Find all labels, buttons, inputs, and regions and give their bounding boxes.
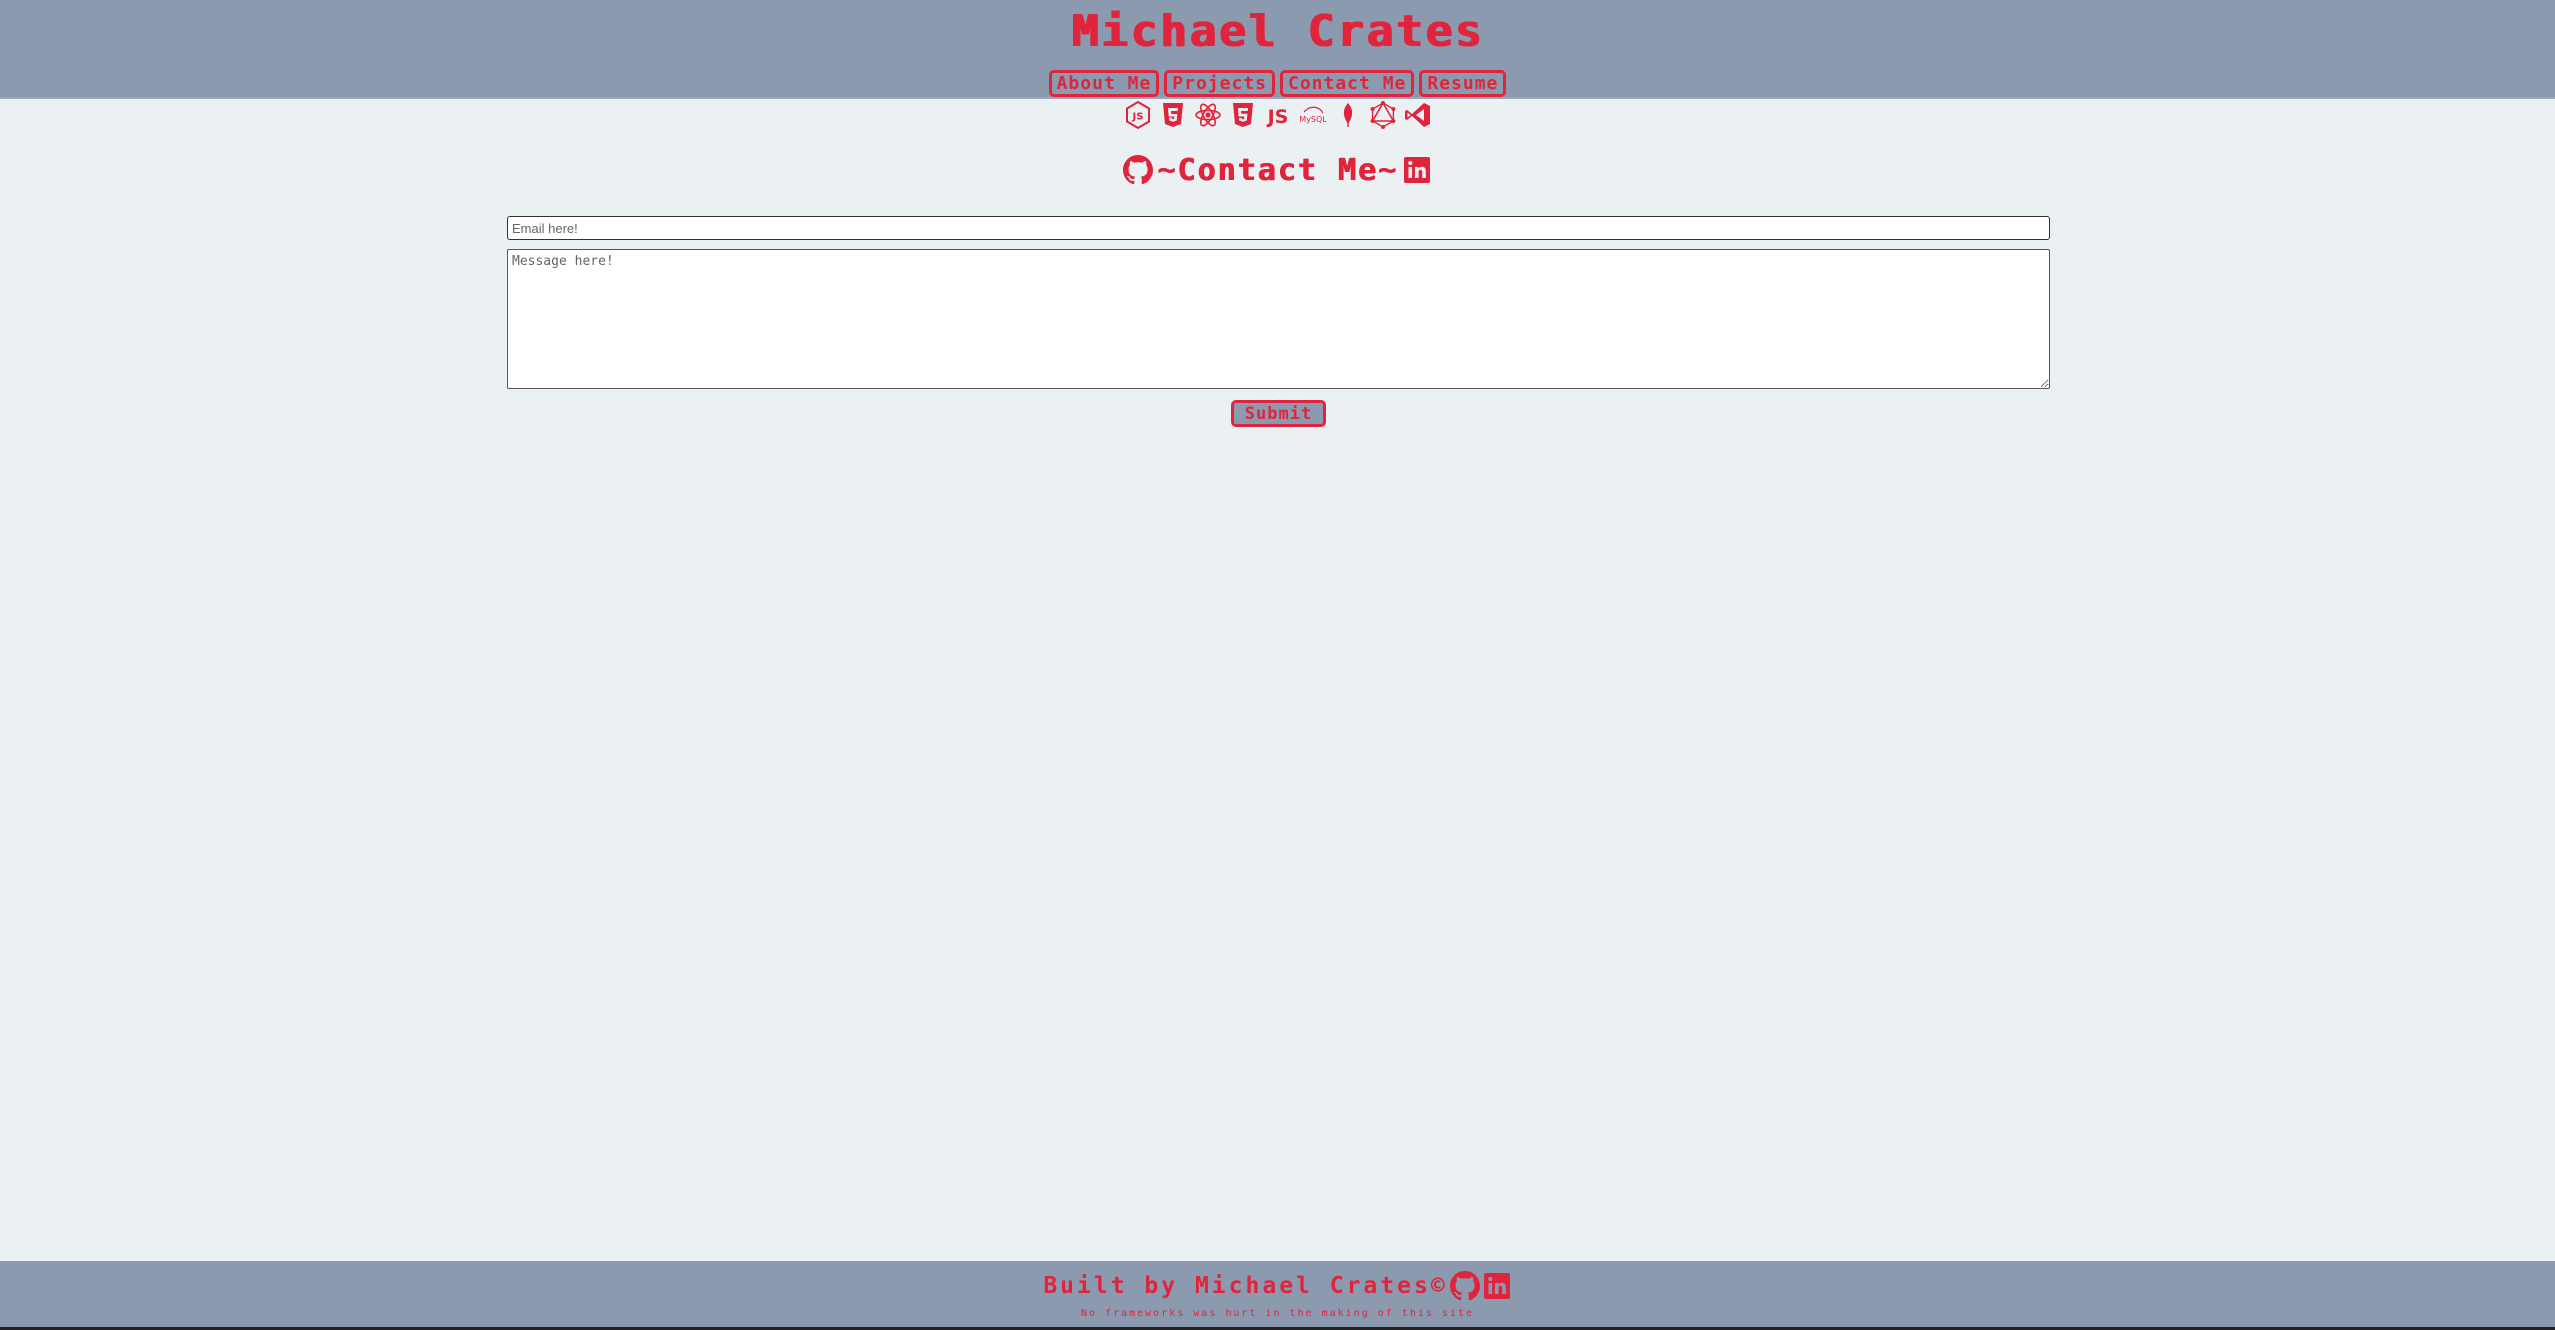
footer-subtext: No frameworks was hurt in the making of … [1080, 1308, 1474, 1319]
nav-projects-button[interactable]: Projects [1164, 70, 1275, 97]
linkedin-icon[interactable] [1402, 155, 1432, 185]
nav-resume-button[interactable]: Resume [1419, 70, 1507, 97]
css3-icon [1228, 100, 1258, 130]
tech-stack-icons: JS JS MySQL [0, 99, 2555, 131]
github-icon[interactable] [1123, 155, 1154, 185]
javascript-icon: JS [1263, 100, 1293, 130]
svg-text:JS: JS [1131, 112, 1143, 123]
site-title: Michael Crates [1071, 6, 1484, 57]
footer-github-icon[interactable] [1449, 1271, 1480, 1301]
nodejs-icon: JS [1123, 100, 1153, 130]
message-field[interactable] [507, 249, 2050, 389]
vscode-icon [1403, 100, 1433, 130]
nav-about-me-button[interactable]: About Me [1048, 70, 1160, 97]
mongodb-icon [1333, 100, 1363, 130]
footer-credit: Built by Michael Crates© [1043, 1273, 1448, 1299]
mysql-icon: MySQL [1298, 100, 1328, 130]
footer-line: Built by Michael Crates© [0, 1271, 2555, 1301]
submit-button[interactable]: Submit [1231, 400, 1326, 427]
main-nav: About Me Projects Contact Me Resume [0, 70, 2555, 97]
html5-icon [1158, 100, 1188, 130]
footer-linkedin-icon[interactable] [1482, 1271, 1512, 1301]
contact-heading-row: ~Contact Me~ [0, 150, 2555, 190]
contact-heading: ~Contact Me~ [1157, 152, 1398, 188]
react-icon [1193, 100, 1223, 130]
site-header: Michael Crates About Me Projects Contact… [0, 0, 2555, 99]
nav-contact-me-button[interactable]: Contact Me [1280, 70, 1415, 97]
site-footer: Built by Michael Crates© No frameworks w… [0, 1261, 2555, 1330]
svg-text:JS: JS [1265, 106, 1288, 128]
email-field[interactable] [507, 216, 2050, 240]
svg-text:MySQL: MySQL [1299, 115, 1327, 124]
graphql-icon [1368, 100, 1398, 130]
